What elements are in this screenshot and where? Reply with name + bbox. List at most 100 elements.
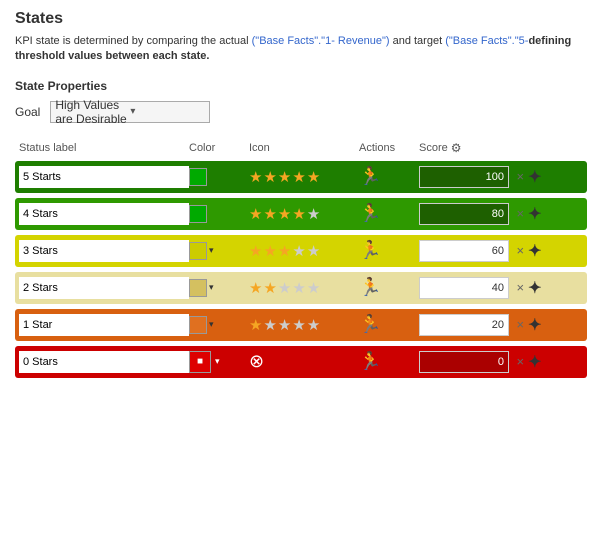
stars-display: ★★★★★ <box>249 316 359 334</box>
status-label-input[interactable] <box>19 314 189 336</box>
action-icon-cell[interactable]: 🏃 <box>359 277 419 298</box>
icon-cell: ▾ <box>189 242 249 260</box>
score-input[interactable] <box>419 166 509 188</box>
swatch-arrow[interactable]: ▾ <box>209 282 214 293</box>
color-swatch-box[interactable] <box>189 316 207 334</box>
star-filled: ★ <box>307 168 320 186</box>
color-swatch-box[interactable] <box>189 205 207 223</box>
stars-display: ★★★★★ <box>249 205 359 223</box>
remove-button[interactable]: × <box>517 169 525 184</box>
state-properties-heading: State Properties <box>15 79 587 93</box>
star-filled: ★ <box>292 205 305 223</box>
icon-cell <box>189 168 249 186</box>
star-empty: ★ <box>307 316 320 334</box>
icon-cell: ▾ <box>189 316 249 334</box>
action-icon-cell[interactable]: 🏃 <box>359 166 419 187</box>
goal-dropdown-arrow: ▾ <box>130 106 205 117</box>
color-swatch-box[interactable] <box>189 168 207 186</box>
stars-cell: ★★★★★ <box>249 205 359 223</box>
special-icon[interactable]: ⊗ <box>249 351 264 371</box>
add-button[interactable]: ✦ <box>528 352 541 372</box>
stars-cell: ⊗ <box>249 351 359 372</box>
row-actions: × ✦ <box>509 204 549 224</box>
star-filled: ★ <box>278 168 291 186</box>
status-label-input[interactable] <box>19 203 189 225</box>
runner-icon[interactable]: 🏃 <box>359 203 381 223</box>
add-button[interactable]: ✦ <box>528 278 541 298</box>
col-header-color: Color <box>189 142 249 154</box>
status-row-4: ▾ ★★★★★ 🏃 × ✦ <box>15 309 587 341</box>
status-label-input[interactable] <box>19 166 189 188</box>
stars-display: ★★★★★ <box>249 242 359 260</box>
runner-icon[interactable]: 🏃 <box>359 314 381 334</box>
swatch-arrow[interactable]: ▾ <box>209 245 214 256</box>
icon-cell-special: ■ ▾ <box>189 351 249 373</box>
action-icon-cell[interactable]: 🏃 <box>359 203 419 224</box>
star-filled: ★ <box>263 279 276 297</box>
star-empty: ★ <box>292 316 305 334</box>
col-header-status: Status label <box>19 142 189 154</box>
score-input[interactable] <box>419 351 509 373</box>
star-empty: ★ <box>292 279 305 297</box>
score-input[interactable] <box>419 203 509 225</box>
remove-button[interactable]: × <box>517 206 525 221</box>
add-button[interactable]: ✦ <box>528 204 541 224</box>
row-actions: × ✦ <box>509 315 549 335</box>
stars-cell: ★★★★★ <box>249 316 359 334</box>
rows-container: ★★★★★ 🏃 × ✦ ★★★★★ 🏃 × ✦ ▾ ★ <box>15 161 587 378</box>
star-filled: ★ <box>249 242 262 260</box>
color-swatch-box[interactable] <box>189 242 207 260</box>
status-label-input[interactable] <box>19 277 189 299</box>
star-filled: ★ <box>263 242 276 260</box>
table-header: Status label Color Icon Actions Score ⚙ <box>15 139 587 157</box>
star-filled: ★ <box>263 168 276 186</box>
add-button[interactable]: ✦ <box>528 167 541 187</box>
add-button[interactable]: ✦ <box>528 315 541 335</box>
status-row-5: ■ ▾ ⊗ 🏃 × ✦ <box>15 346 587 378</box>
add-button[interactable]: ✦ <box>528 241 541 261</box>
remove-button[interactable]: × <box>517 354 525 369</box>
goal-select[interactable]: High Values are Desirable ▾ <box>50 101 210 123</box>
swatch-arrow[interactable]: ▾ <box>215 356 220 367</box>
remove-button[interactable]: × <box>517 317 525 332</box>
status-label-input[interactable] <box>19 351 189 373</box>
star-filled: ★ <box>292 168 305 186</box>
action-icon-cell[interactable]: 🏃 <box>359 351 419 372</box>
runner-icon[interactable]: 🏃 <box>359 240 381 260</box>
gear-icon[interactable]: ⚙ <box>451 141 462 155</box>
status-row-0: ★★★★★ 🏃 × ✦ <box>15 161 587 193</box>
runner-icon[interactable]: 🏃 <box>359 277 381 297</box>
star-filled: ★ <box>278 205 291 223</box>
star-empty: ★ <box>278 279 291 297</box>
star-filled: ★ <box>249 205 262 223</box>
status-row-1: ★★★★★ 🏃 × ✦ <box>15 198 587 230</box>
col-header-actions: Actions <box>359 142 419 154</box>
stars-display: ★★★★★ <box>249 279 359 297</box>
star-filled: ★ <box>263 205 276 223</box>
goal-label: Goal <box>15 105 40 119</box>
star-filled: ★ <box>278 242 291 260</box>
runner-icon[interactable]: 🏃 <box>359 166 381 186</box>
icon-cell <box>189 205 249 223</box>
remove-button[interactable]: × <box>517 280 525 295</box>
status-label-input[interactable] <box>19 240 189 262</box>
action-icon-cell[interactable]: 🏃 <box>359 314 419 335</box>
goal-row: Goal High Values are Desirable ▾ <box>15 101 587 123</box>
col-header-score: Score ⚙ <box>419 141 509 155</box>
page-description: KPI state is determined by comparing the… <box>15 34 587 65</box>
stars-display: ★★★★★ <box>249 168 359 186</box>
action-icon-cell[interactable]: 🏃 <box>359 240 419 261</box>
col-header-icon: Icon <box>249 142 359 154</box>
color-swatch-box[interactable]: ■ <box>189 351 211 373</box>
swatch-arrow[interactable]: ▾ <box>209 319 214 330</box>
goal-select-value: High Values are Desirable <box>55 98 130 126</box>
icon-cell: ▾ <box>189 279 249 297</box>
remove-button[interactable]: × <box>517 243 525 258</box>
color-swatch-box[interactable] <box>189 279 207 297</box>
runner-icon[interactable]: 🏃 <box>359 351 381 371</box>
score-input[interactable] <box>419 314 509 336</box>
score-input[interactable] <box>419 277 509 299</box>
stars-cell: ★★★★★ <box>249 168 359 186</box>
score-input[interactable] <box>419 240 509 262</box>
star-filled: ★ <box>249 279 262 297</box>
